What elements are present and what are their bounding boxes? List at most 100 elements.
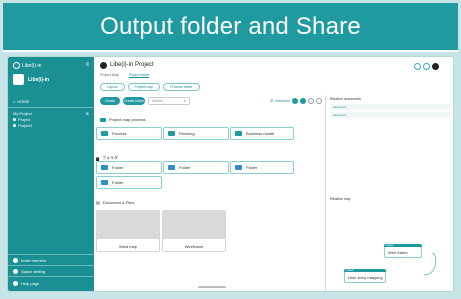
member-avatars[interactable] [414, 63, 439, 70]
app-screenshot: Libe(i)-in ≡ Libe(i)-in ⌂ HOME My Projec… [7, 56, 454, 292]
avatar[interactable] [432, 63, 439, 70]
create-folder-button[interactable]: Create folder [123, 97, 145, 105]
card-label: Folder [246, 165, 258, 170]
tab-layout[interactable]: Layout [100, 83, 125, 91]
thumbnail-image [163, 211, 225, 239]
relation-node[interactable]: Linked User story mapping [344, 269, 386, 283]
banner-divider [3, 50, 458, 52]
space-setting-button[interactable]: Space setting [13, 269, 45, 274]
folder-card[interactable]: Folder [96, 176, 162, 189]
sidebar-my-project[interactable]: My Project ⊕ [13, 111, 89, 116]
folder-card[interactable]: Folder [230, 161, 294, 174]
sidebar-item-project1[interactable]: Project1 [13, 123, 33, 128]
process-icon [101, 131, 108, 136]
folder-icon [235, 165, 242, 170]
grid-view-icon[interactable] [316, 98, 322, 104]
slide-frame: Output folder and Share Libe(i)-in ≡ Lib… [0, 0, 461, 299]
project-dot-icon [13, 124, 16, 127]
help-page-button[interactable]: Help page [13, 281, 39, 286]
relation-node[interactable]: Linked Wire frame [384, 244, 422, 258]
sidebar: Libe(i)-in ≡ Libe(i)-in ⌂ HOME My Projec… [8, 57, 94, 291]
process-icon [100, 117, 106, 122]
process-icon [235, 131, 242, 136]
document-thumbnail[interactable]: Wind map [96, 210, 160, 252]
card-label: Business model [246, 131, 275, 136]
documents-section-title: ▤ Document & Files [96, 200, 134, 205]
add-project-icon[interactable]: ⊕ [86, 111, 89, 116]
project-dot-icon [13, 118, 16, 121]
node-label: User story mapping [348, 275, 383, 280]
sidebar-divider [8, 254, 94, 255]
avatar[interactable] [414, 63, 421, 70]
thumbnail-label: Wind map [118, 244, 137, 249]
members-label: members [275, 99, 290, 103]
my-project-label: My Project [13, 111, 32, 116]
search-input[interactable]: Search ⌕ [148, 97, 190, 105]
breadcrumb: Project Map Project folder [100, 73, 150, 78]
invite-member-label: Invite member [21, 258, 47, 263]
document-icon: ▤ [96, 200, 100, 205]
sidebar-project-name: Libe(i)-in [28, 76, 50, 83]
invite-member-button[interactable]: Invite member [13, 258, 46, 263]
folder-icon [168, 165, 175, 170]
settings-icon[interactable] [308, 98, 314, 104]
sidebar-logo[interactable]: Libe(i)-in [13, 62, 41, 69]
avatar[interactable] [423, 63, 430, 70]
tab-process-folder[interactable]: Process folder [163, 83, 200, 91]
card-label: Folder [179, 165, 191, 170]
help-page-label: Help page [21, 281, 40, 286]
node-label: Wire frame [388, 250, 408, 255]
member-icon[interactable] [300, 98, 306, 104]
folder-icon [101, 180, 108, 185]
tab-project-map-sub[interactable]: Project map [127, 83, 161, 91]
search-placeholder: Search [152, 99, 164, 103]
folder-card[interactable]: Folder [96, 161, 162, 174]
sidebar-divider [8, 107, 94, 108]
thumbnail-image [97, 211, 159, 239]
card-label: Folder [112, 165, 124, 170]
process-title-text: Project map process [109, 117, 146, 122]
toolbar: Create Create folder Search ⌕ ☰ members [96, 97, 324, 107]
relation-map-connector [423, 252, 437, 276]
relation-panel: Relation documents document document Rel… [325, 95, 453, 291]
card-label: Planning [179, 131, 195, 136]
docs-title-text: Document & Files [102, 200, 135, 205]
document-thumbnail[interactable]: Wireframe [162, 210, 226, 252]
sidebar-logo-text: Libe(i)-in [22, 62, 42, 69]
thumbnail-label: Wireframe [184, 244, 204, 249]
add-user-icon [13, 258, 18, 263]
home-icon: ⌂ [13, 99, 16, 104]
sidebar-item-home[interactable]: ⌂ HOME [13, 99, 29, 104]
card-label: Process [112, 131, 127, 136]
search-icon: ⌕ [183, 98, 186, 103]
help-icon [13, 281, 18, 286]
create-button[interactable]: Create [100, 97, 120, 105]
sidebar-divider [8, 265, 94, 266]
business-model-card[interactable]: Business model [230, 127, 294, 140]
sidebar-project[interactable]: Libe(i)-in [13, 74, 49, 85]
planning-card[interactable]: Planning [163, 127, 229, 140]
gear-icon [13, 269, 18, 274]
process-section-title: Project map process [100, 117, 145, 122]
card-label: Folder [112, 180, 124, 185]
member-icon[interactable] [292, 98, 298, 104]
process-icon [168, 131, 175, 136]
tab-project-map[interactable]: Project Map [100, 73, 119, 78]
project-logo-icon [100, 62, 107, 69]
project-avatar [13, 74, 24, 85]
tab-project-folder[interactable]: Project folder [128, 73, 150, 78]
node-caption: Linked [344, 269, 386, 272]
process-card[interactable]: Process [96, 127, 162, 140]
menu-icon[interactable]: ≡ [85, 62, 89, 68]
filter-icon[interactable]: ☰ [270, 99, 273, 103]
sub-tabs: Layout Project map Process folder [100, 83, 200, 91]
toolbar-right: ☰ members [270, 98, 322, 104]
horizontal-scrollbar[interactable] [198, 286, 226, 288]
sidebar-item-project[interactable]: Project [13, 117, 30, 122]
logo-icon [13, 62, 20, 69]
folder-card[interactable]: Folder [163, 161, 229, 174]
sidebar-home-label: HOME [17, 99, 30, 104]
page-title: Libe(i)-in Project [110, 62, 154, 68]
folder-icon: ▆ [96, 155, 100, 161]
sidebar-divider [8, 276, 94, 277]
